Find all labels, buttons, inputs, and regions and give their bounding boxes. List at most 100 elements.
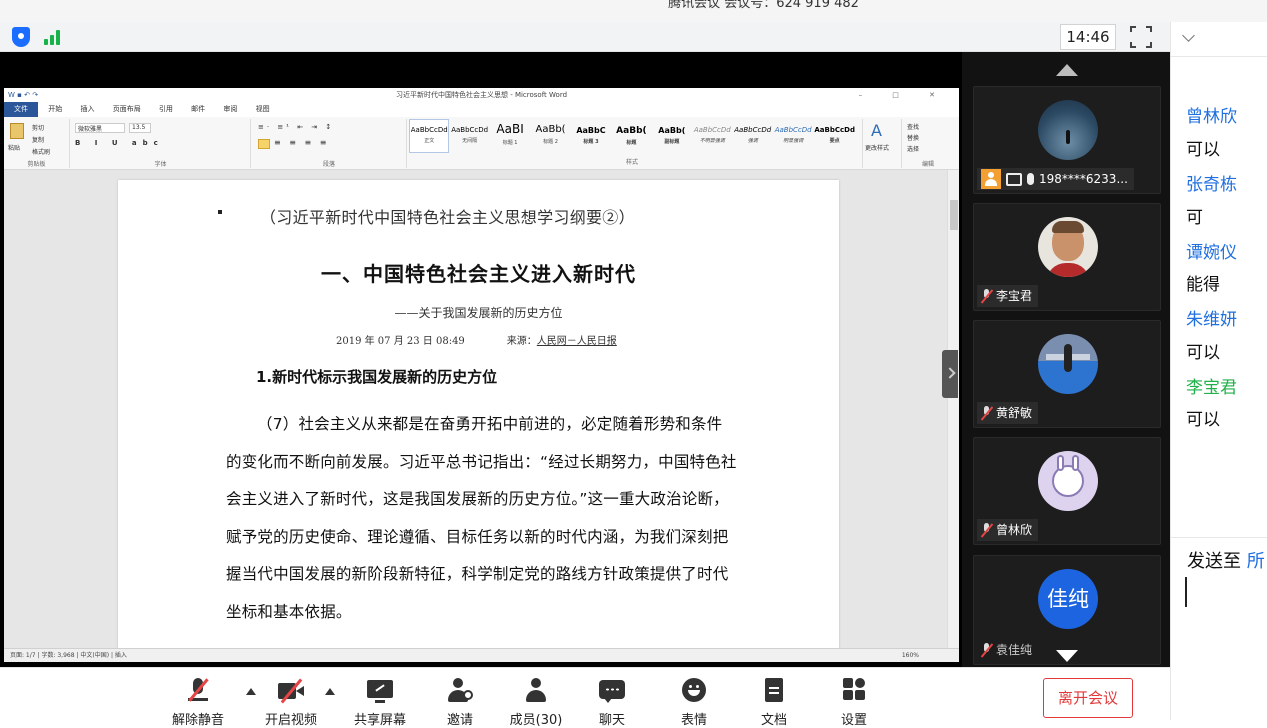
share-screen-button[interactable]: 共享屏幕 xyxy=(352,678,408,728)
style-sample: AaBb( xyxy=(658,126,686,135)
leave-meeting-button[interactable]: 离开会议 xyxy=(1043,678,1133,718)
status-zoom[interactable]: 160% xyxy=(902,649,919,662)
align-left-button[interactable] xyxy=(258,139,270,149)
style-item[interactable]: AaBb(副标题 xyxy=(652,119,692,153)
group-label-clipboard: 剪贴板 xyxy=(27,161,46,168)
send-to-target[interactable]: 所 xyxy=(1247,551,1265,572)
doc-meta: 2019 年 07 月 23 日 08:49 来源：人民网－人民日报 xyxy=(336,332,617,347)
avatar-ear xyxy=(1072,455,1079,471)
tab-view[interactable]: 视图 xyxy=(248,102,278,117)
tab-home[interactable]: 开始 xyxy=(40,102,70,117)
mic-muted-icon xyxy=(981,406,991,420)
document-page[interactable]: （习近平新时代中国特色社会主义思想学习纲要②） 一、中国特色社会主义进入新时代 … xyxy=(118,180,839,650)
video-tile[interactable]: 曾林欣 xyxy=(973,437,1161,545)
security-shield-icon[interactable] xyxy=(12,27,30,47)
emoji-button[interactable]: 表情 xyxy=(672,678,716,728)
find-button[interactable]: 查找 xyxy=(907,122,919,131)
invite-button[interactable]: 邀请 xyxy=(436,678,484,728)
unmute-button[interactable]: 解除静音 xyxy=(170,678,226,728)
tab-references[interactable]: 引用 xyxy=(151,102,181,117)
members-button[interactable]: 成员(30) xyxy=(506,678,566,728)
list-buttons[interactable]: ≡· ≡¹ ⇤ ⇥ ↕ xyxy=(258,123,334,131)
style-item[interactable]: AaBbC 标题 3 xyxy=(571,119,611,153)
style-sample: AaBbCcDd xyxy=(693,126,731,134)
fullscreen-icon[interactable] xyxy=(1130,26,1152,48)
tab-review[interactable]: 审阅 xyxy=(215,102,245,117)
format-painter-button[interactable]: 格式刷 xyxy=(32,147,50,156)
style-item[interactable]: AaBb(标题 2 xyxy=(530,119,570,153)
paste-label[interactable]: 粘贴 xyxy=(8,143,20,152)
copy-button[interactable]: 复制 xyxy=(32,135,44,144)
style-item[interactable]: AaBI 标题 1 xyxy=(490,119,530,153)
collapse-panel-button[interactable] xyxy=(942,350,958,398)
participant-name: 袁佳纯 xyxy=(996,643,1033,657)
window-controls[interactable]: – □ ✕ xyxy=(859,88,949,102)
word-vertical-scrollbar[interactable] xyxy=(947,170,959,648)
align-buttons[interactable]: ≡ ≡ ≡ ≡ xyxy=(274,138,329,147)
video-options-arrow-icon[interactable] xyxy=(325,688,335,695)
style-item[interactable]: AaBbCcDd 不明显强调 xyxy=(692,119,732,153)
tab-insert[interactable]: 插入 xyxy=(72,102,102,117)
tab-file[interactable]: 文件 xyxy=(4,102,38,117)
settings-button[interactable]: 设置 xyxy=(832,678,876,728)
doc-source-link[interactable]: 人民网－人民日报 xyxy=(537,336,617,347)
tab-page-layout[interactable]: 页面布局 xyxy=(105,102,149,117)
audio-options-arrow-icon[interactable] xyxy=(246,688,256,695)
chat-sender: 朱维妍 xyxy=(1186,310,1237,330)
style-item[interactable]: AaBbCcDd 明显强调 xyxy=(773,119,813,153)
video-tile[interactable]: 198****6233... xyxy=(973,86,1161,194)
style-item[interactable]: AaBb(标题 xyxy=(611,119,651,153)
style-name: 强调 xyxy=(747,138,758,144)
chevron-down-icon[interactable] xyxy=(1182,29,1195,42)
group-label-editing: 编辑 xyxy=(921,161,934,168)
replace-button[interactable]: 替换 xyxy=(907,133,919,142)
style-name: 无间隔 xyxy=(462,138,478,144)
font-size-box[interactable]: 13.5 xyxy=(129,123,151,133)
microphone-icon xyxy=(1027,173,1034,185)
scroll-thumb[interactable] xyxy=(950,200,958,230)
scroll-up-icon[interactable] xyxy=(1056,64,1078,76)
participant-name: 黄舒敏 xyxy=(996,406,1033,420)
video-tile[interactable]: 黄舒敏 xyxy=(973,320,1161,428)
clipboard-group: 粘贴 剪切 复制 格式刷 剪贴板 xyxy=(4,119,70,168)
avatar-ear xyxy=(1057,455,1064,471)
style-sample: AaBb( xyxy=(616,126,647,136)
change-styles-icon[interactable]: A xyxy=(871,121,882,140)
select-button[interactable]: 选择 xyxy=(907,144,919,153)
cut-button[interactable]: 剪切 xyxy=(32,123,44,132)
tab-mailings[interactable]: 邮件 xyxy=(183,102,213,117)
avatar-hair xyxy=(1052,221,1084,233)
send-to-selector[interactable]: 发送至 所 xyxy=(1187,547,1265,573)
word-ribbon-tabs: 文件 开始 插入 页面布局 引用 邮件 审阅 视图 xyxy=(4,102,959,117)
change-styles-label[interactable]: 更改样式 xyxy=(865,143,889,152)
word-ribbon: 粘贴 剪切 复制 格式刷 剪贴板 微软雅黑 13.5 B I U abc 字体 … xyxy=(4,117,959,170)
avatar: 佳纯 xyxy=(1038,569,1098,629)
share-screen-label: 共享屏幕 xyxy=(353,713,407,728)
style-item[interactable]: AaBbCcDd 要点 xyxy=(813,119,856,153)
style-item[interactable]: AaBbCcDd 无间隔 xyxy=(449,119,489,153)
avatar xyxy=(1038,217,1098,277)
participant-label: 曾林欣 xyxy=(977,519,1039,541)
network-signal-icon[interactable] xyxy=(44,29,64,45)
style-item[interactable]: AaBbCcDd 强调 xyxy=(733,119,773,153)
word-window: W ▪ ↶ ↷ 习近平新时代中国特色社会主义思想 - Microsoft Wor… xyxy=(4,88,959,662)
start-video-button[interactable]: 开启视频 xyxy=(262,678,320,728)
chat-button[interactable]: 聊天 xyxy=(590,678,634,728)
screen-share-icon xyxy=(1006,172,1022,186)
doc-section-heading: 1.新时代标示我国发展新的历史方位 xyxy=(256,368,498,386)
font-name-box[interactable]: 微软雅黑 xyxy=(75,123,125,133)
meeting-top-bar: 14:46 xyxy=(0,22,1170,52)
style-sample: AaBbCcDd xyxy=(451,126,489,134)
font-format-buttons[interactable]: B I U abc xyxy=(75,139,164,147)
quick-access-icons[interactable]: W ▪ ↶ ↷ xyxy=(8,88,38,102)
video-tile[interactable]: 佳纯 袁佳纯 xyxy=(973,555,1161,665)
docs-button[interactable]: 文档 xyxy=(752,678,796,728)
style-name: 明显强调 xyxy=(783,138,804,144)
editing-group: 查找 替换 选择 编辑 xyxy=(903,119,953,168)
paste-icon[interactable] xyxy=(10,123,24,139)
style-sample: AaBbC xyxy=(576,126,606,135)
style-item[interactable]: AaBbCcDd 正文 xyxy=(409,119,450,153)
scroll-down-icon[interactable] xyxy=(1056,650,1078,662)
chat-input-field[interactable] xyxy=(1185,577,1187,607)
video-tile[interactable]: 李宝君 xyxy=(973,203,1161,311)
